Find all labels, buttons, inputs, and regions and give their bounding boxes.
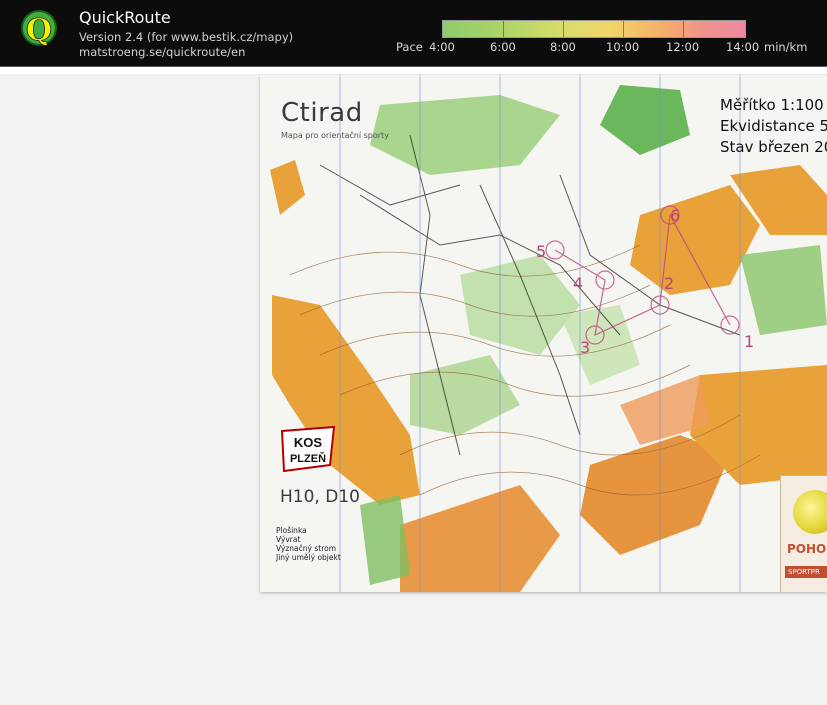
control-number: 3 [580, 338, 590, 357]
svg-text:KOS: KOS [294, 435, 323, 450]
pace-tick-label: 8:00 [550, 40, 576, 54]
control-number: 2 [664, 274, 674, 293]
sponsor-ad: POHO SPORTPR [780, 475, 827, 592]
map-legend: Plošinka Vývrat Význačný strom Jiný uměl… [276, 526, 341, 562]
legend-item: Význačný strom [276, 544, 337, 553]
legend-item: Jiný umělý objekt [276, 553, 341, 562]
pace-color-scale[interactable] [442, 20, 746, 38]
pace-tick-label: 4:00 [429, 40, 455, 54]
pace-tick-label: 10:00 [606, 40, 640, 54]
map-canvas-top-strip [0, 67, 827, 74]
control-number: 1 [744, 332, 754, 351]
pace-tick [503, 21, 504, 37]
website-link[interactable]: matstroeng.se/quickroute/en [79, 45, 245, 59]
orienteering-map[interactable]: 5 4 3 6 2 1 Ctirad Mapa pro orientační s… [260, 75, 827, 592]
map-scale-info: Měřítko 1:100 Ekvidistance 5 Stav březen… [720, 96, 827, 156]
legend-item: Vývrat [276, 535, 301, 544]
sponsor-name: POHO [787, 542, 827, 556]
control-number: 4 [573, 274, 583, 293]
pace-tick-label: 6:00 [490, 40, 516, 54]
pace-tick [623, 21, 624, 37]
app-title: QuickRoute [79, 8, 171, 27]
pace-tick [563, 21, 564, 37]
pace-tick-label: 12:00 [666, 40, 700, 54]
control-number: 5 [536, 242, 546, 261]
quickroute-logo-icon: Q [21, 10, 57, 48]
pace-tick-label: 14:00 [726, 40, 760, 54]
pace-unit-label: min/km [764, 40, 808, 54]
control-number: 6 [670, 206, 680, 225]
app-header: Q QuickRoute Version 2.4 (for www.bestik… [0, 0, 827, 67]
sponsor-subtext: SPORTPR [785, 566, 827, 578]
map-title: Ctirad [281, 98, 363, 128]
course-class: H10, D10 [280, 487, 360, 507]
svg-text:Q: Q [26, 13, 52, 48]
pace-tick [683, 21, 684, 37]
club-logo-icon: KOS PLZEŇ [280, 425, 336, 473]
version-text: Version 2.4 (for www.bestik.cz/mapy) [79, 30, 294, 44]
pace-label: Pace [396, 40, 423, 54]
tennis-ball-icon [793, 490, 827, 534]
map-subtitle: Mapa pro orientační sporty [281, 131, 389, 140]
legend-item: Plošinka [276, 526, 307, 535]
svg-text:PLZEŇ: PLZEŇ [290, 452, 326, 465]
